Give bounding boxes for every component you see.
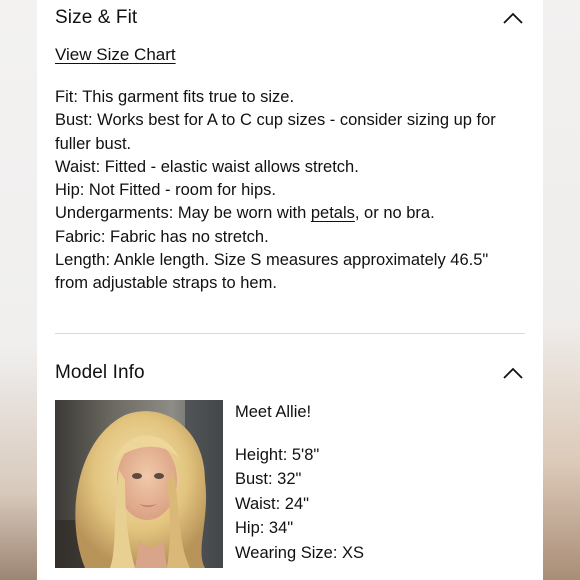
model-info-details: Meet Allie! Height: 5'8" Bust: 32" Waist…	[235, 400, 515, 566]
undergarments-line: Undergarments: May be worn with petals, …	[55, 202, 525, 225]
model-info-title: Model Info	[55, 362, 145, 383]
background-edge-left	[0, 0, 37, 580]
length-line: Length: Ankle length. Size S measures ap…	[55, 251, 489, 293]
undergarments-text-end: , or no bra.	[354, 204, 435, 223]
model-photo	[55, 400, 223, 568]
product-details-card: Size & Fit View Size Chart Fit: This gar…	[37, 0, 543, 580]
undergarments-text: Undergarments: May be worn with	[55, 204, 311, 223]
model-wearing-size: Wearing Size: XS	[235, 543, 365, 562]
model-greeting: Meet Allie!	[235, 403, 312, 421]
size-fit-title: Size & Fit	[55, 7, 138, 28]
fabric-line: Fabric: Fabric has no stretch.	[55, 227, 269, 246]
fit-line: Fit: This garment fits true to size.	[55, 88, 295, 106]
model-height: Height: 5'8"	[235, 445, 320, 464]
model-waist: Waist: 24"	[235, 494, 310, 513]
size-fit-details: Fit: This garment fits true to size. Bus…	[55, 86, 525, 296]
chevron-up-icon[interactable]	[503, 12, 523, 24]
chevron-up-icon[interactable]	[503, 367, 523, 379]
view-size-chart-link[interactable]: View Size Chart	[55, 45, 176, 65]
model-bust: Bust: 32"	[235, 470, 302, 489]
background-edge-right	[543, 0, 580, 580]
petals-link[interactable]: petals	[311, 204, 355, 222]
section-divider	[55, 333, 525, 334]
bust-line: Bust: Works best for A to C cup sizes - …	[55, 111, 496, 153]
hip-line: Hip: Not Fitted - room for hips.	[55, 181, 276, 200]
waist-line: Waist: Fitted - elastic waist allows str…	[55, 157, 359, 176]
model-hip: Hip: 34"	[235, 519, 294, 538]
